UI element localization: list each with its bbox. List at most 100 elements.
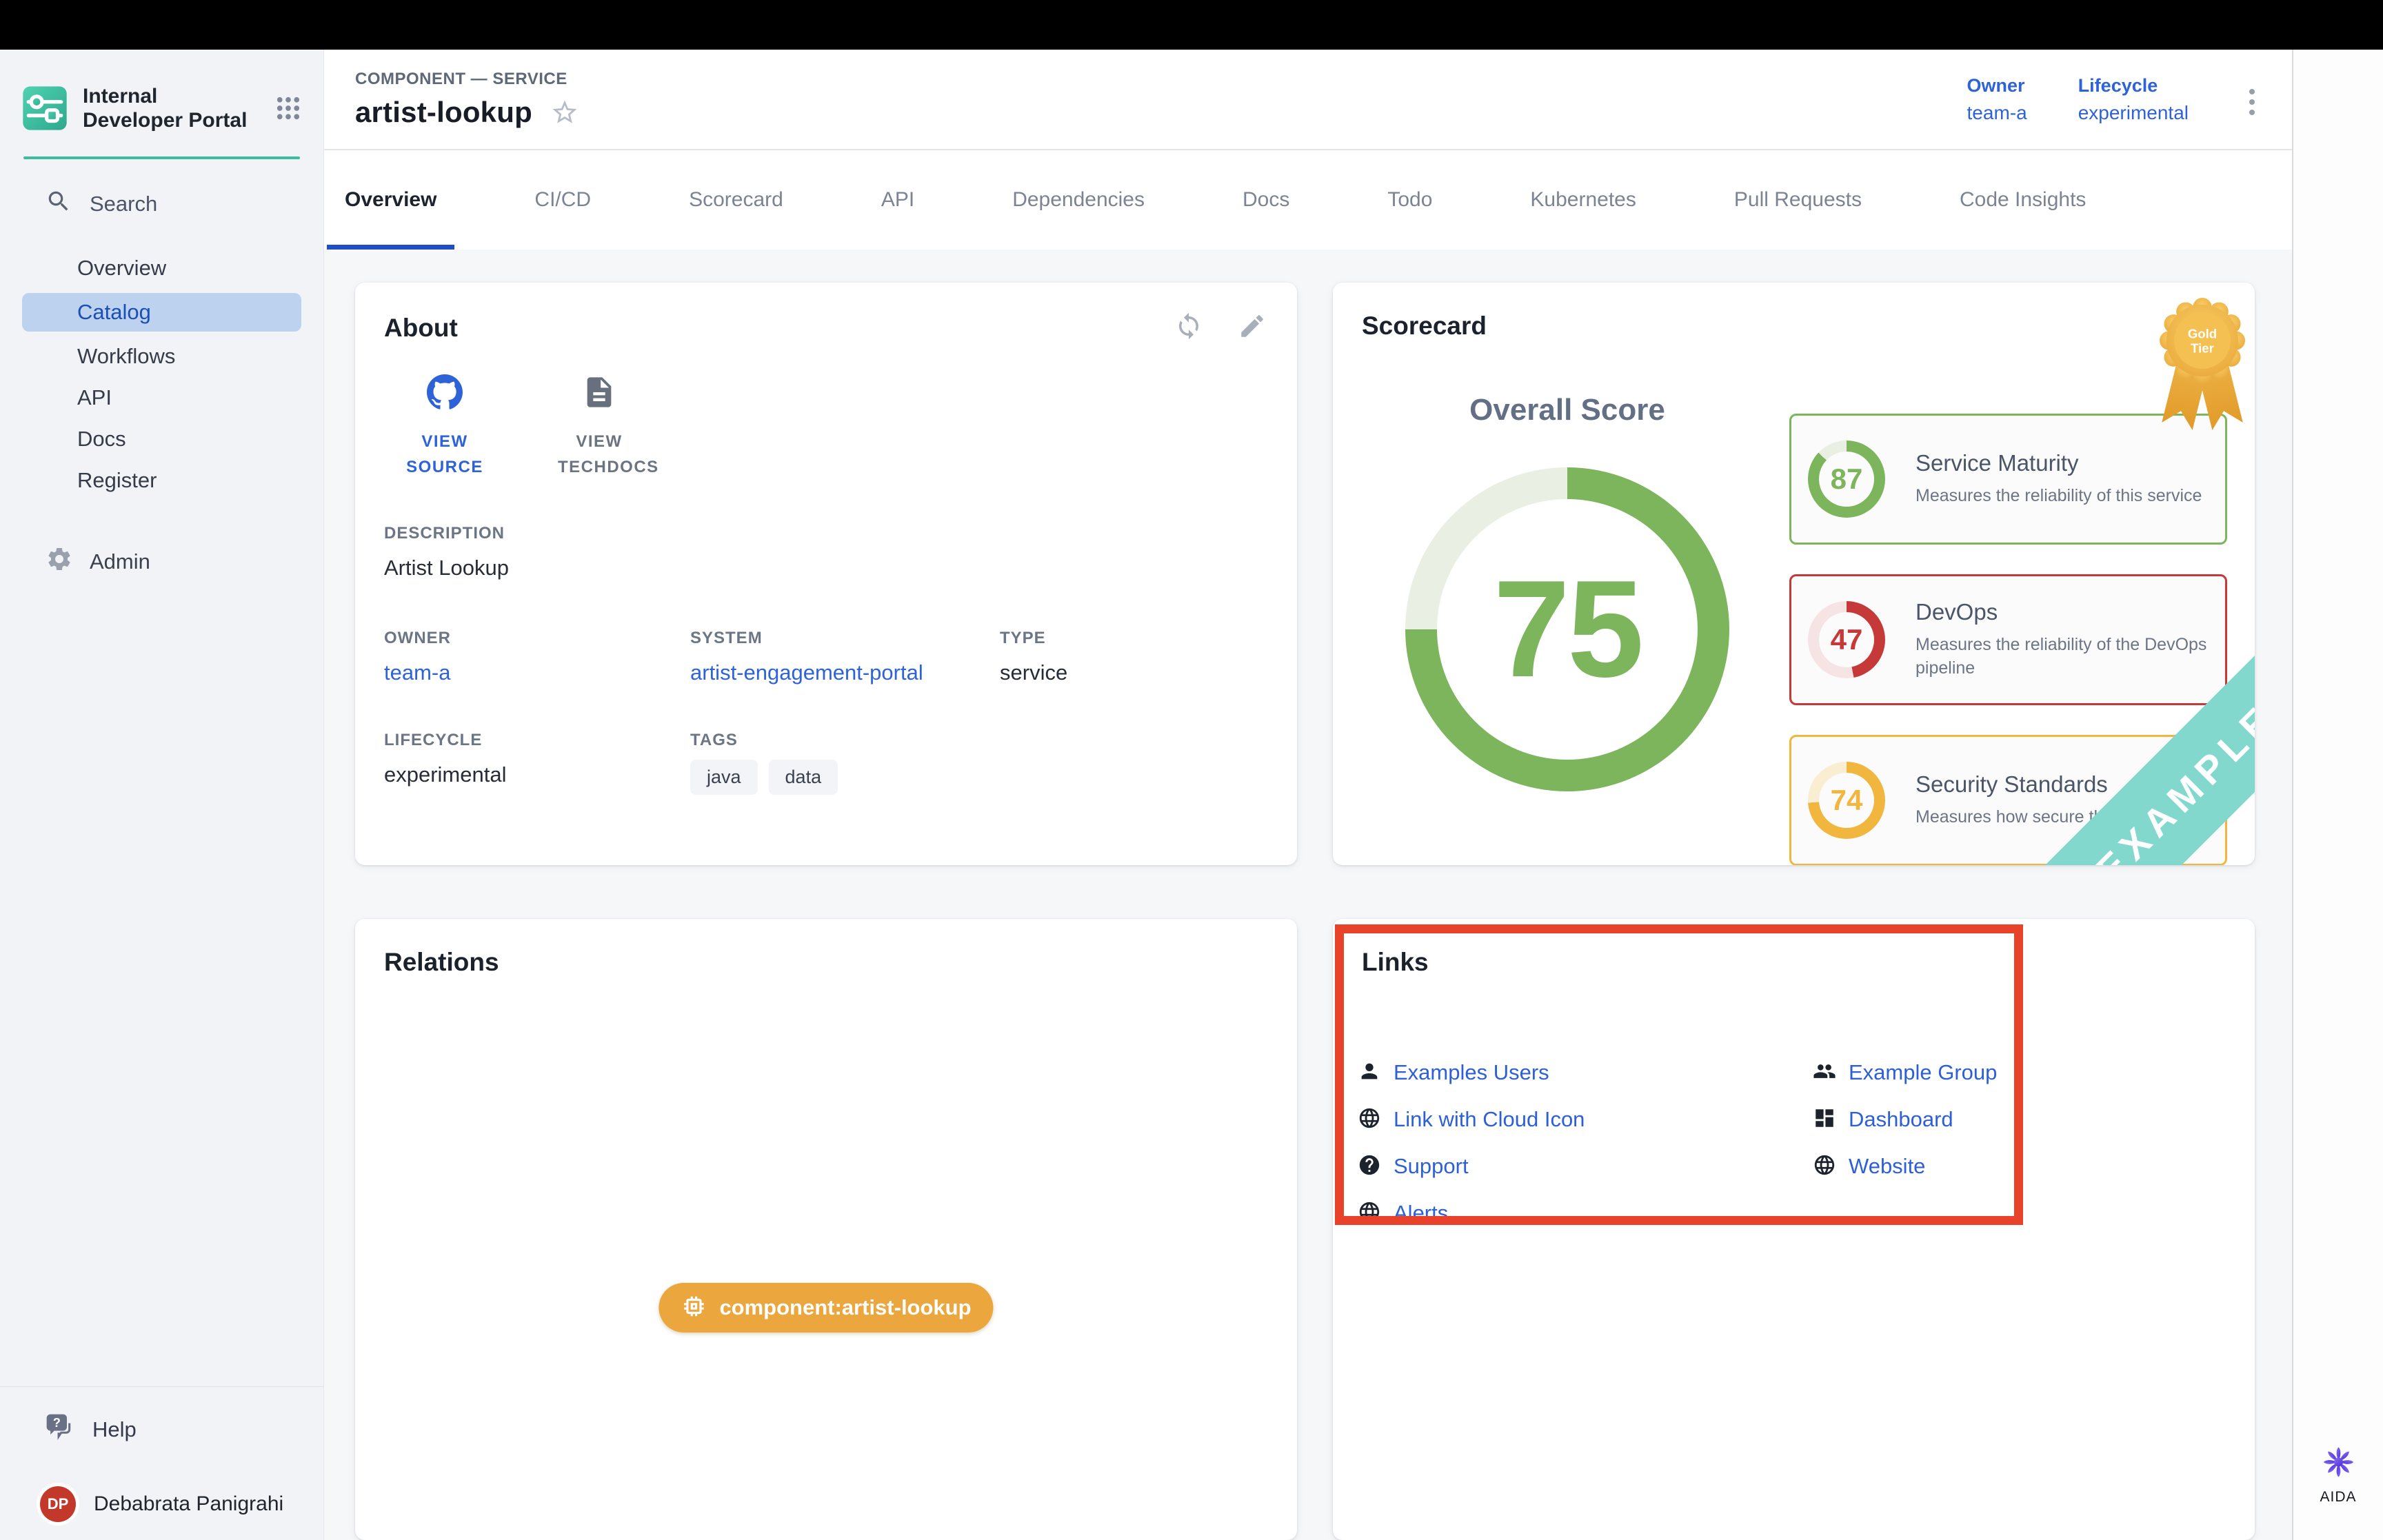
- view-source-button[interactable]: VIEW SOURCE: [390, 374, 500, 480]
- page-title: artist-lookup: [355, 96, 532, 129]
- user-name: Debabrata Panigrahi: [94, 1492, 283, 1516]
- globe-icon: [1358, 1200, 1381, 1227]
- owner-label: Owner: [1967, 75, 2027, 97]
- tab-pull-requests[interactable]: Pull Requests: [1716, 150, 1880, 250]
- sidebar-item-register[interactable]: Register: [22, 460, 301, 501]
- user-profile[interactable]: DP Debabrata Panigrahi: [0, 1486, 323, 1522]
- aida-widget[interactable]: AIDA: [2320, 1444, 2356, 1506]
- metric-name: DevOps: [1916, 599, 2209, 625]
- aida-flower-icon: [2320, 1471, 2356, 1483]
- sidebar-item-catalog[interactable]: Catalog: [22, 293, 301, 332]
- help-label: Help: [92, 1417, 137, 1442]
- metric-score: 87: [1831, 463, 1863, 496]
- owner-field-link[interactable]: team-a: [384, 660, 690, 685]
- metric-tile-devops[interactable]: 47DevOpsMeasures the reliability of the …: [1789, 574, 2227, 705]
- tag-chip-data: data: [769, 760, 838, 795]
- scorecard-card: Scorecard Overall Score 75 87 Service Mat…: [1333, 283, 2255, 865]
- dashboard-icon: [1813, 1106, 1836, 1133]
- metric-score: 47: [1831, 623, 1863, 656]
- link-website[interactable]: Website: [1813, 1152, 2227, 1181]
- entity-tabs: Overview CI/CD Scorecard API Dependencies Doc…: [324, 150, 2292, 250]
- tab-api[interactable]: API: [863, 150, 932, 250]
- metric-name: Service Maturity: [1916, 450, 2202, 476]
- link-label: Website: [1849, 1154, 1925, 1179]
- portal-logo-icon: [22, 85, 68, 131]
- sidebar-item-docs[interactable]: Docs: [22, 418, 301, 460]
- entity-header: COMPONENT — SERVICE artist-lookup Owner …: [324, 50, 2292, 150]
- link-label: Example Group: [1849, 1060, 1997, 1085]
- view-techdocs-label: VIEW TECHDOCS: [558, 429, 641, 480]
- globe-icon: [1358, 1106, 1381, 1133]
- tab-ci-cd[interactable]: CI/CD: [516, 150, 609, 250]
- svg-text:Tier: Tier: [2191, 341, 2214, 355]
- link-label: Examples Users: [1394, 1060, 1549, 1085]
- app-root: Internal Developer Portal Search Overvie…: [0, 0, 2383, 1540]
- breadcrumb: COMPONENT — SERVICE: [355, 70, 579, 89]
- metric-gauge: 74: [1808, 762, 1885, 839]
- tab-todo[interactable]: Todo: [1369, 150, 1450, 250]
- search-icon: [46, 188, 72, 220]
- tab-code-insights[interactable]: Code Insights: [1942, 150, 2104, 250]
- link-label: Alerts: [1394, 1201, 1448, 1226]
- tab-scorecard[interactable]: Scorecard: [671, 150, 801, 250]
- metric-name: Security Standards: [1916, 771, 2150, 798]
- links-title: Links: [1362, 948, 1429, 977]
- gear-icon: [46, 545, 73, 578]
- tab-overview[interactable]: Overview: [327, 150, 454, 250]
- system-field-link[interactable]: artist-engagement-portal: [690, 660, 1000, 685]
- metric-description: Measures the reliability of this service: [1916, 485, 2202, 508]
- kebab-menu-icon[interactable]: [2240, 82, 2264, 122]
- lifecycle-value: experimental: [2078, 102, 2189, 124]
- edit-icon[interactable]: [1238, 312, 1267, 344]
- sidebar: Internal Developer Portal Search Overvie…: [0, 50, 324, 1540]
- help-button[interactable]: ? Help: [0, 1412, 323, 1448]
- metric-score: 74: [1831, 784, 1863, 817]
- link-examples-users[interactable]: Examples Users: [1358, 1058, 1813, 1087]
- scorecard-title: Scorecard: [1362, 312, 1487, 341]
- overall-score-label: Overall Score: [1469, 393, 1665, 427]
- link-label: Link with Cloud Icon: [1394, 1107, 1585, 1132]
- content-area: About: [324, 250, 2292, 1540]
- gold-tier-badge: Gold Tier: [2160, 298, 2245, 443]
- tab-dependencies[interactable]: Dependencies: [994, 150, 1163, 250]
- relations-node-chip[interactable]: component:artist-lookup: [658, 1283, 993, 1333]
- owner-link[interactable]: team-a: [1967, 102, 2027, 124]
- description-value: Artist Lookup: [384, 556, 1268, 580]
- top-black-bar: [0, 0, 2383, 50]
- globe-icon: [1813, 1153, 1836, 1180]
- avatar: DP: [40, 1486, 76, 1522]
- lifecycle-meta: Lifecycle experimental: [2078, 75, 2189, 124]
- sidebar-item-api[interactable]: API: [22, 377, 301, 418]
- sidebar-item-overview[interactable]: Overview: [22, 247, 301, 289]
- lifecycle-label: Lifecycle: [2078, 75, 2189, 97]
- help-icon: [1358, 1153, 1381, 1180]
- metric-gauge: 47: [1808, 601, 1885, 678]
- owner-meta: Owner team-a: [1967, 75, 2027, 124]
- sidebar-nav: Overview Catalog WorkflowsAPIDocsRegister: [0, 247, 323, 501]
- star-icon[interactable]: [550, 98, 579, 127]
- overall-score-gauge: 75: [1405, 467, 1729, 791]
- tab-docs[interactable]: Docs: [1225, 150, 1307, 250]
- lifecycle-field: LIFECYCLE experimental: [384, 731, 690, 795]
- link-dashboard[interactable]: Dashboard: [1813, 1105, 2227, 1134]
- type-field: TYPE service: [1000, 629, 1268, 685]
- link-example-group[interactable]: Example Group: [1813, 1058, 2227, 1087]
- help-chat-icon: ?: [44, 1412, 74, 1448]
- link-support[interactable]: Support: [1358, 1152, 1813, 1181]
- apps-grid-icon[interactable]: [274, 94, 303, 123]
- view-techdocs-button[interactable]: VIEW TECHDOCS: [544, 374, 654, 480]
- relations-title: Relations: [384, 948, 499, 977]
- chip-component-icon: [681, 1293, 707, 1323]
- link-link-with-cloud-icon[interactable]: Link with Cloud Icon: [1358, 1105, 1813, 1134]
- tab-kubernetes[interactable]: Kubernetes: [1512, 150, 1653, 250]
- group-icon: [1813, 1060, 1836, 1086]
- sidebar-search[interactable]: Search: [0, 159, 323, 220]
- system-field: SYSTEM artist-engagement-portal: [690, 629, 1000, 685]
- sidebar-item-admin[interactable]: Admin: [0, 545, 323, 578]
- link-label: Dashboard: [1849, 1107, 1953, 1132]
- brand-title: Internal Developer Portal: [83, 84, 255, 133]
- sidebar-item-workflows[interactable]: Workflows: [22, 336, 301, 377]
- link-alerts[interactable]: Alerts: [1358, 1199, 1813, 1228]
- metric-gauge: 87: [1808, 440, 1885, 518]
- refresh-icon[interactable]: [1174, 312, 1203, 344]
